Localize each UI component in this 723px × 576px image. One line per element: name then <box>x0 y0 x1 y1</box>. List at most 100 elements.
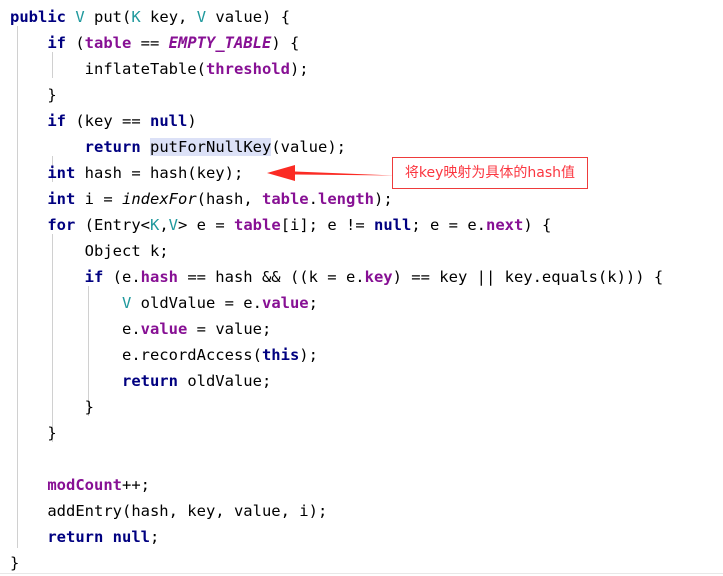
code-line[interactable]: if (e.hash == hash && ((k = e.key) == ke… <box>0 264 723 290</box>
code-token: oldValue = e. <box>131 294 262 312</box>
code-token: (key == <box>66 112 150 130</box>
code-token: if <box>47 34 66 52</box>
code-token: ( <box>66 34 85 52</box>
code-line[interactable]: addEntry(hash, key, value, i); <box>0 498 723 524</box>
code-token: public <box>10 8 66 26</box>
code-token: int <box>47 164 76 182</box>
code-token: next <box>486 216 524 234</box>
code-line[interactable]: e.recordAccess(this); <box>0 342 723 368</box>
code-line[interactable]: } <box>0 550 723 576</box>
code-token: null <box>374 216 412 234</box>
code-line[interactable]: } <box>0 82 723 108</box>
code-line[interactable]: return oldValue; <box>0 368 723 394</box>
code-token: hash <box>140 268 178 286</box>
code-token: hash = hash(key); <box>75 164 244 182</box>
code-token: (value); <box>271 138 346 156</box>
code-line[interactable]: inflateTable(threshold); <box>0 56 723 82</box>
code-token: value <box>140 320 188 338</box>
code-token: put( <box>84 8 132 26</box>
code-token: V <box>168 216 179 234</box>
code-line[interactable]: int i = indexFor(hash, table.length); <box>0 186 723 212</box>
code-token: indexFor <box>122 190 197 208</box>
code-token: oldValue; <box>177 372 272 390</box>
code-token: null <box>150 112 188 130</box>
code-line[interactable]: V oldValue = e.value; <box>0 290 723 316</box>
code-token: K <box>149 216 160 234</box>
code-line[interactable]: if (key == null) <box>0 108 723 134</box>
code-token: for <box>47 216 76 234</box>
code-token: ); <box>299 346 318 364</box>
code-token: , <box>159 216 169 234</box>
code-token: (hash, <box>196 190 262 208</box>
code-token: EMPTY_TABLE <box>168 34 272 52</box>
code-line[interactable] <box>0 446 723 472</box>
code-token: > e = <box>178 216 235 234</box>
code-token: modCount <box>47 476 122 494</box>
code-line[interactable]: if (table == EMPTY_TABLE) { <box>0 30 723 56</box>
code-token: (e. <box>103 268 141 286</box>
code-token: V <box>121 294 132 312</box>
code-line[interactable]: e.value = value; <box>0 316 723 342</box>
code-token: ) { <box>271 34 300 52</box>
source-code-view[interactable]: public V put(K key, V value) { if (table… <box>0 4 723 576</box>
code-token: == hash && ((k = e. <box>177 268 365 286</box>
code-token: Object k; <box>10 242 169 260</box>
code-token: i = <box>75 190 122 208</box>
code-token: } <box>10 554 20 572</box>
code-token: ) == key || key.equals(k))) { <box>392 268 664 286</box>
code-token: return <box>47 528 104 546</box>
code-token: return <box>84 138 141 156</box>
code-token: = value; <box>187 320 272 338</box>
code-token: ; <box>150 528 160 546</box>
code-token: length <box>318 190 374 208</box>
code-token: ); <box>374 190 393 208</box>
code-token: return <box>121 372 178 390</box>
annotation-callout-box: 将key映射为具体的hash值 <box>392 157 588 189</box>
code-line[interactable]: return putForNullKey(value); <box>0 134 723 160</box>
code-token: value) { <box>206 8 291 26</box>
code-token: V <box>196 8 207 26</box>
code-token: } <box>10 86 57 104</box>
code-line[interactable]: } <box>0 420 723 446</box>
code-token: [i]; e != <box>280 216 375 234</box>
code-token: . <box>308 190 318 208</box>
code-token: table <box>84 34 132 52</box>
code-token: (Entry< <box>75 216 150 234</box>
code-token: this <box>261 346 300 364</box>
code-line[interactable]: public V put(K key, V value) { <box>0 4 723 30</box>
code-token: e.recordAccess( <box>10 346 262 364</box>
code-token: e. <box>10 320 141 338</box>
code-token: table <box>234 216 281 234</box>
code-token: } <box>10 424 57 442</box>
code-line[interactable]: return null; <box>0 524 723 550</box>
code-line[interactable]: Object k; <box>0 238 723 264</box>
code-token: ; <box>308 294 318 312</box>
code-token: table <box>261 190 309 208</box>
code-token: ) { <box>523 216 552 234</box>
code-line[interactable]: modCount++; <box>0 472 723 498</box>
code-token: if <box>47 112 66 130</box>
code-line[interactable]: } <box>0 394 723 420</box>
annotation-arrow-icon <box>267 165 395 181</box>
annotation-text: 将key映射为具体的hash值 <box>404 165 576 181</box>
code-token: threshold <box>205 60 290 78</box>
code-token: } <box>10 398 94 416</box>
code-token: ); <box>289 60 309 78</box>
code-token: value <box>261 294 309 312</box>
code-line[interactable]: for (Entry<K,V> e = table[i]; e != null;… <box>0 212 723 238</box>
code-token: if <box>84 268 104 286</box>
code-token: int <box>47 190 76 208</box>
code-editor-screenshot: public V put(K key, V value) { if (table… <box>0 0 723 574</box>
code-token: key <box>364 268 393 286</box>
code-token: ++; <box>121 476 150 494</box>
